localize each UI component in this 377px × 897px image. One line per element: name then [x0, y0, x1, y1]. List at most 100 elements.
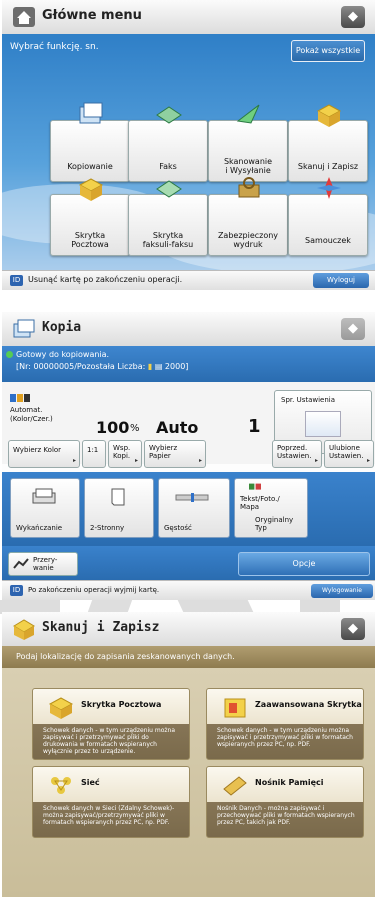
- fax-button[interactable]: Faks: [128, 106, 208, 182]
- mailbox-icon: [78, 178, 104, 201]
- function-label: 2-Stronny: [90, 524, 125, 532]
- ready-indicator-icon: [6, 351, 13, 358]
- location-title: Zaawansowana Skrytka: [255, 700, 362, 709]
- button-label: Wybierz Papier: [149, 444, 178, 460]
- settings-preview-icon: [305, 411, 341, 437]
- mailbox-button[interactable]: Skrytka Pocztowa: [50, 178, 130, 256]
- original-type-icon: [249, 483, 261, 490]
- tile-label: Skrytka Pocztowa: [71, 231, 109, 249]
- card-icon: ID: [10, 585, 23, 596]
- copy-icon: [79, 102, 103, 124]
- button-label: 1:1: [87, 446, 99, 454]
- zoom-unit: %: [130, 423, 140, 434]
- memory-media-icon: [223, 776, 247, 796]
- instruction-text: Wybrać funkcję. sn.: [10, 42, 99, 52]
- settings-counter-icon[interactable]: ◆: [341, 6, 365, 28]
- background-decoration: [87, 600, 133, 612]
- status-footer: ID Po zakończeniu operacji wyjmij kartę.…: [2, 580, 375, 600]
- fax-icon: [156, 106, 182, 124]
- duplex-button[interactable]: 2-Stronny: [84, 478, 154, 538]
- location-title: Skrytka Pocztowa: [81, 700, 162, 709]
- tile-label: Skanowanie i Wysyłanie: [223, 157, 273, 175]
- location-description: Schowek danych - w tym urządzeniu można …: [217, 727, 353, 748]
- copy-status-bar: Gotowy do kopiowania. [Nr: 00000005/Pozo…: [2, 346, 375, 382]
- ratio-1-1-button[interactable]: 1:1: [82, 440, 106, 468]
- paper-value: Auto: [156, 418, 199, 437]
- location-title: Sieć: [81, 778, 100, 787]
- button-label: Wybierz Kolor: [13, 446, 62, 454]
- button-label: Ulubione Ustawien.: [329, 444, 364, 460]
- copy-titlebar: Kopia ◆: [2, 312, 375, 347]
- select-color-button[interactable]: Wybierz Kolor ▸: [8, 440, 80, 468]
- background-decoration: [176, 598, 254, 612]
- card-icon: ID: [10, 275, 23, 286]
- advanced-box-button[interactable]: Zaawansowana Skrytka Schowek danych - w …: [206, 688, 364, 760]
- show-all-button[interactable]: Pokaż wszystkie: [291, 40, 365, 62]
- function-label: Wykańczanie: [16, 524, 63, 532]
- mailbox-icon: [48, 697, 74, 719]
- tile-label: Skrytka faksuli-faksu: [142, 231, 194, 249]
- scan-send-button[interactable]: Skanowanie i Wysyłanie: [208, 104, 288, 182]
- function-label: Tekst/Foto./ Mapa: [240, 495, 280, 511]
- finishing-icon: [32, 488, 56, 504]
- density-icon: [175, 493, 209, 502]
- status-footer: ID Usunąć kartę po zakończeniu operacji.…: [2, 270, 375, 290]
- zoom-value: 100: [96, 418, 130, 437]
- logout-label: Wyloguj: [327, 276, 355, 284]
- color-mode-icon: [10, 394, 30, 402]
- previous-settings-button[interactable]: Poprzed. Ustawien. ▸: [272, 440, 322, 468]
- color-mode-sub: (Kolor/Czer.): [10, 415, 53, 423]
- finishing-button[interactable]: Wykańczanie: [10, 478, 80, 538]
- location-description: Nośnik Danych - można zapisywać i przech…: [217, 805, 355, 826]
- page-title: Skanuj i Zapisz: [42, 620, 160, 635]
- select-paper-button[interactable]: Wybierz Papier ▸: [144, 440, 206, 468]
- interrupt-button[interactable]: Przery- wanie: [8, 552, 78, 576]
- memory-media-button[interactable]: Nośnik Pamięci Nośnik Danych - można zap…: [206, 766, 364, 838]
- location-title: Nośnik Pamięci: [255, 778, 324, 787]
- network-button[interactable]: Sieć Schowek danych w Sieci (Zdalny Scho…: [32, 766, 190, 838]
- original-type-button[interactable]: Tekst/Foto./ Mapa Oryginalny Typ: [234, 478, 308, 538]
- tile-label: Skanuj i Zapisz: [297, 162, 359, 171]
- footer-message: Usunąć kartę po zakończeniu operacji.: [28, 275, 183, 284]
- secure-print-icon: [238, 177, 260, 198]
- location-description: Schowek danych w Sieci (Zdalny Schowek)-…: [43, 805, 175, 826]
- main-menu-titlebar: Główne menu ◆: [2, 0, 375, 35]
- page-title: Kopia: [42, 320, 82, 335]
- location-description: Schowek danych - w tym urządzeniu można …: [43, 727, 176, 755]
- network-icon: [51, 777, 71, 794]
- scan-send-icon: [236, 104, 260, 124]
- settings-counter-icon[interactable]: ◆: [341, 618, 365, 640]
- favorite-settings-button[interactable]: Ulubione Ustawien. ▸: [324, 440, 374, 468]
- fax-inbox-button[interactable]: Skrytka faksuli-faksu: [128, 180, 208, 256]
- status-message: Gotowy do kopiowania.: [16, 350, 110, 359]
- settings-counter-icon[interactable]: ◆: [341, 318, 365, 340]
- main-menu-screen: Główne menu ◆ Wybrać funkcję. sn. Pokaż …: [2, 0, 375, 290]
- interrupt-label: Przery- wanie: [33, 556, 58, 572]
- scan-store-screen: Skanuj i Zapisz ◆ Podaj lokalizację do z…: [2, 612, 375, 897]
- instruction-text: Podaj lokalizację do zapisania zeskanowa…: [2, 646, 375, 668]
- copy-button[interactable]: Kopiowanie: [50, 102, 130, 182]
- fax-inbox-icon: [156, 180, 182, 198]
- density-button[interactable]: Gęstość: [158, 478, 230, 538]
- mailbox-location-button[interactable]: Skrytka Pocztowa Schowek danych - w tym …: [32, 688, 190, 760]
- copy-icon: [13, 319, 35, 338]
- tile-label: Faks: [159, 162, 177, 171]
- tile-label: Kopiowanie: [67, 162, 113, 171]
- tile-label: Samouczek: [305, 236, 351, 245]
- footer-message: Po zakończeniu operacji wyjmij kartę.: [28, 586, 160, 594]
- copy-screen: Kopia ◆ Gotowy do kopiowania. [Nr: 00000…: [2, 312, 375, 600]
- duplex-icon: [111, 488, 125, 506]
- logout-button[interactable]: Wyloguj: [313, 273, 369, 288]
- tutorial-button[interactable]: Samouczek: [288, 177, 368, 256]
- copy-ratio-button[interactable]: Wsp. Kopi. ▸: [108, 440, 142, 468]
- options-button[interactable]: Opcje: [238, 552, 370, 576]
- scan-store-button[interactable]: Skanuj i Zapisz: [288, 104, 368, 182]
- button-label: Wsp. Kopi.: [113, 444, 131, 460]
- secure-print-button[interactable]: Zabezpieczony wydruk: [208, 177, 288, 256]
- interrupt-icon: [13, 558, 29, 569]
- function-label: Oryginalny Typ: [255, 516, 294, 532]
- settings-check-label: Spr. Ustawienia: [281, 396, 336, 404]
- home-icon: [13, 7, 35, 27]
- tutorial-icon: [317, 177, 341, 199]
- logout-button[interactable]: Wylogowanie: [311, 584, 373, 598]
